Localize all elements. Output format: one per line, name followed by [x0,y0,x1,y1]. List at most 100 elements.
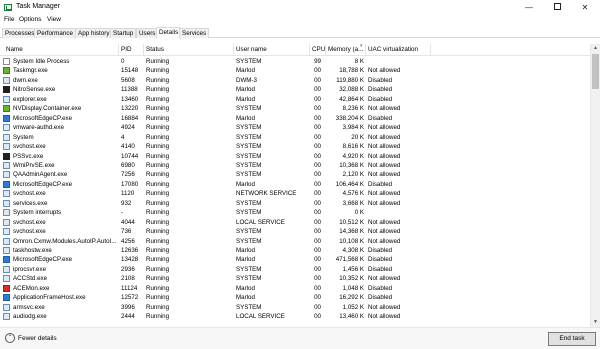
chevron-up-icon[interactable]: ⌃ [5,333,15,343]
process-row[interactable]: Taskmgr.exe 15148 Running Marlod 00 18,788 K N… [0,66,590,75]
column-divider[interactable] [143,44,144,56]
process-user: LOCAL SERVICE [236,313,285,321]
process-row[interactable]: Omron.Cxmw.Modules.AutoIP.AutoI... 4256 Ru… [0,237,590,246]
process-row[interactable]: taskhostw.exe 12636 Running Marlod 00 4,308 K… [0,246,590,255]
process-user: SYSTEM [236,209,262,217]
process-row[interactable]: MicrosoftEdgeCP.exe 13428 Running Marlod 00 4… [0,255,590,264]
process-row[interactable]: svchost.exe 4140 Running SYSTEM 00 8,616 K Not… [0,142,590,151]
process-row[interactable]: PSSvc.exe 10744 Running SYSTEM 00 4,920 K Not … [0,152,590,161]
process-uac: Disabled [368,95,393,103]
process-row[interactable]: armsvc.exe 3996 Running SYSTEM 00 1,052 K Not … [0,303,590,312]
process-row[interactable]: System interrupts - Running SYSTEM 00 0 K [0,208,590,217]
process-icon [3,180,10,188]
process-pid: 13460 [121,95,139,103]
column-divider[interactable] [365,44,366,56]
process-row[interactable]: NVDisplay.Container.exe 13220 Running SYSTE… [0,104,590,113]
scroll-down-icon[interactable]: ▼ [591,318,600,327]
process-row[interactable]: vmware-authd.exe 4924 Running SYSTEM 00 3,984… [0,123,590,132]
column-divider[interactable] [325,44,326,56]
process-row[interactable]: services.exe 932 Running SYSTEM 00 3,668 K Not… [0,199,590,208]
process-cpu: 00 [314,228,321,236]
process-status: Running [146,303,170,311]
process-pid: 16884 [121,114,139,122]
process-row[interactable]: svchost.exe 736 Running SYSTEM 00 14,368 K Not… [0,227,590,236]
process-row[interactable]: explorer.exe 13460 Running Marlod 00 42,864 K… [0,95,590,104]
column-divider[interactable] [233,44,234,56]
process-memory: 3,984 K [342,124,364,132]
column-header-memory[interactable]: Memory (a... [328,46,363,53]
column-header-cpu[interactable]: CPU [312,46,325,53]
process-row[interactable]: System Idle Process 0 Running SYSTEM 99 8 K [0,57,590,66]
end-task-button[interactable]: End task [548,332,596,346]
process-memory: 471,568 K [335,256,364,264]
minimize-button[interactable]: — [515,0,543,15]
process-pid: 11124 [121,284,138,292]
process-row[interactable]: WmiPrvSE.exe 6980 Running SYSTEM 00 10,368 K N… [0,161,590,170]
column-divider[interactable] [118,44,119,56]
process-icon [3,294,10,302]
column-header-user[interactable]: User name [236,46,267,53]
maximize-button[interactable] [543,0,571,15]
process-status: Running [146,86,170,94]
menu-view[interactable]: View [47,16,61,23]
scroll-thumb[interactable] [592,54,599,89]
column-divider[interactable] [309,44,310,56]
column-header-uac[interactable]: UAC virtualization [368,46,418,53]
process-row[interactable]: ApplicationFrameHost.exe 12572 Running Marl… [0,293,590,302]
process-pid: - [121,209,124,217]
process-icon [3,58,10,65]
column-header-pid[interactable]: PID [121,46,132,53]
column-divider[interactable] [430,44,431,56]
menu-file[interactable]: File [4,16,14,23]
tab-performance[interactable]: Performance [34,28,77,38]
tab-startup[interactable]: Startup [110,28,137,38]
column-header-name[interactable]: Name [6,46,23,53]
process-memory: 1,052 K [342,303,364,311]
process-status: Running [146,180,170,188]
tab-processes[interactable]: Processes [2,28,38,38]
process-pid: 2936 [121,265,135,273]
column-header-status[interactable]: Status [146,46,164,53]
tab-app-history[interactable]: App history [75,28,113,38]
process-row[interactable]: iprocsvr.exe 2936 Running SYSTEM 00 1,456 K Di… [0,265,590,274]
vertical-scrollbar[interactable]: ▲ ▼ [590,44,600,327]
process-row[interactable]: svchost.exe 4044 Running LOCAL SERVICE 00 10,… [0,218,590,227]
process-row[interactable]: svchost.exe 1120 Running NETWORK SERVICE 00 4… [0,189,590,198]
process-user: Marlod [236,95,255,103]
column-header-row: Name PID Status User name CPU Memory (a.… [0,43,590,56]
close-button[interactable]: ✕ [571,0,599,15]
process-row[interactable]: ACEMon.exe 11124 Running Marlod 00 1,048 K Dis… [0,284,590,293]
process-icon [3,256,10,264]
process-status: Running [146,58,170,65]
process-row[interactable]: audiodg.exe 2444 Running LOCAL SERVICE 00 13,… [0,312,590,321]
process-uac: Disabled [368,256,393,264]
process-user: SYSTEM [236,58,262,65]
process-row[interactable]: NitroSense.exe 11388 Running Marlod 00 32,088… [0,85,590,94]
fewer-details-link[interactable]: Fewer details [18,335,57,342]
process-icon [3,105,10,113]
menu-bar: File Options View [0,15,600,26]
process-name: taskhostw.exe [13,247,52,254]
process-row[interactable]: MicrosoftEdgeCP.exe 17080 Running Marlod 00 1… [0,180,590,189]
process-status: Running [146,95,170,103]
process-cpu: 00 [314,180,321,188]
process-status: Running [146,256,170,264]
process-user: Marlod [236,294,255,302]
process-icon [3,67,10,75]
process-row[interactable]: QAAdminAgent.exe 7256 Running SYSTEM 00 2,120… [0,170,590,179]
tab-details[interactable]: Details [156,27,182,39]
menu-options[interactable]: Options [19,16,41,23]
process-status: Running [146,265,170,273]
process-row[interactable]: System 4 Running SYSTEM 00 20 K Not allowed [0,133,590,142]
process-name: PSSvc.exe [13,152,44,160]
tab-services[interactable]: Services [179,28,210,38]
process-name: System Idle Process [13,58,70,65]
process-cpu: 00 [314,86,321,94]
process-row[interactable]: dwm.exe 5608 Running DWM-3 00 119,880 K Disabl… [0,76,590,85]
process-row[interactable]: MicrosoftEdgeCP.exe 16884 Running Marlod 00 3… [0,114,590,123]
process-row[interactable]: ACCStd.exe 2108 Running SYSTEM 00 10,352 K Not… [0,274,590,283]
scroll-up-icon[interactable]: ▲ [591,44,600,53]
process-user: SYSTEM [236,152,262,160]
process-pid: 11388 [121,86,138,94]
process-cpu: 00 [314,95,321,103]
